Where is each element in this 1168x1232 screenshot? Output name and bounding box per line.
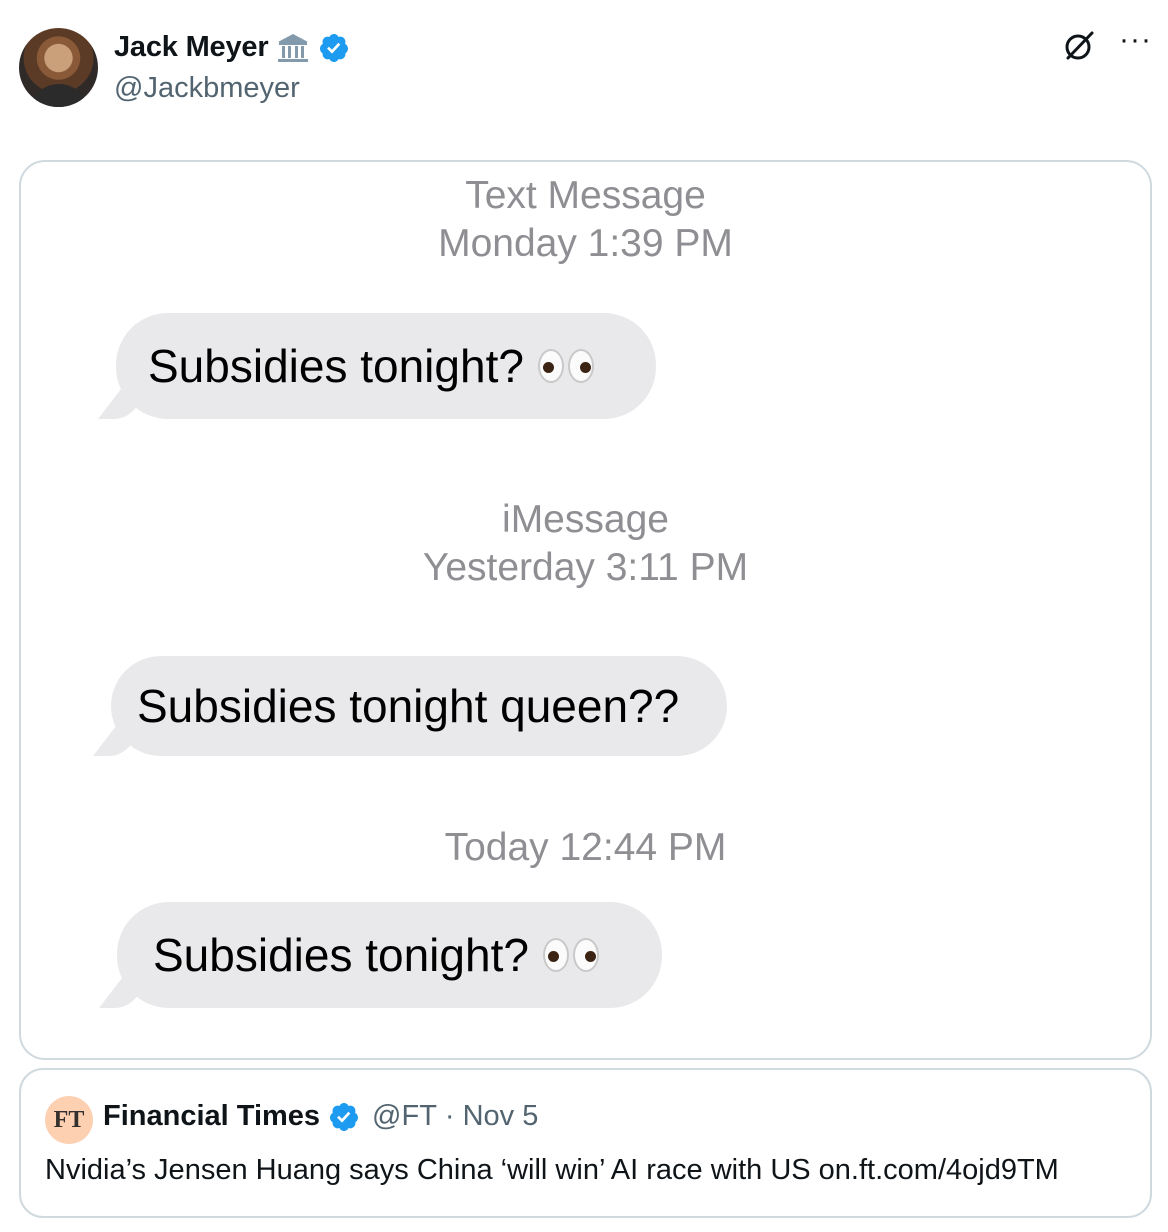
quoted-tweet-text: Nvidia’s Jensen Huang says China ‘will w… [45, 1154, 1059, 1186]
timestamp-time: Today 12:44 PM [444, 826, 727, 869]
classical-building-icon [278, 33, 309, 62]
eye-left [542, 938, 569, 972]
message-bubble: Subsidies tonight queen?? [93, 656, 727, 756]
eye-right [572, 938, 599, 972]
timestamp-service: iMessage [502, 498, 669, 541]
quoted-tweet[interactable]: FT Financial Times @FT · Nov 5 Nvidia’s … [19, 1068, 1152, 1218]
timestamp-time: Yesterday 3:11 PM [422, 546, 749, 589]
message-text: Subsidies tonight? [148, 340, 524, 392]
quoted-tweet-header: Financial Times @FT · Nov 5 [103, 1100, 538, 1133]
author-name[interactable]: Jack Meyer [114, 31, 269, 64]
author-name-row[interactable]: Jack Meyer [114, 31, 350, 64]
timestamp-time: Monday 1:39 PM [438, 222, 733, 265]
bubble-tail [93, 720, 139, 756]
grok-icon[interactable] [1061, 28, 1097, 64]
timestamp-group: Text Message Monday 1:39 PM [21, 172, 1150, 268]
eyes-emoji-icon [537, 349, 594, 383]
quoted-author-handle[interactable]: @FT [372, 1100, 437, 1133]
eye-right [567, 349, 594, 383]
eye-left [537, 349, 564, 383]
author-handle[interactable]: @Jackbmeyer [114, 72, 300, 105]
more-icon[interactable]: ··· [1119, 25, 1152, 55]
timestamp-group: Today 12:44 PM [21, 824, 1150, 872]
quoted-tweet-date[interactable]: Nov 5 [463, 1100, 539, 1133]
timestamp-service: Text Message [465, 174, 706, 217]
message-bubble: Subsidies tonight? [98, 313, 656, 419]
avatar-shirt [29, 84, 89, 107]
tweet-actions: ··· [1061, 25, 1152, 64]
quoted-author-name[interactable]: Financial Times [103, 1100, 320, 1133]
message-text: Subsidies tonight? [153, 929, 529, 981]
bubble-tail [99, 972, 145, 1008]
author-avatar[interactable] [19, 28, 98, 107]
bubble-tail [98, 383, 144, 419]
message-bubble: Subsidies tonight? [99, 902, 662, 1008]
verified-badge-icon [320, 33, 349, 62]
tweet-media-image[interactable]: Text Message Monday 1:39 PM Subsidies to… [19, 160, 1152, 1060]
timestamp-group: iMessage Yesterday 3:11 PM [21, 496, 1150, 592]
meta-separator: · [444, 1100, 455, 1132]
eyes-emoji-icon [542, 938, 599, 972]
message-text: Subsidies tonight queen?? [137, 680, 680, 732]
ft-avatar[interactable]: FT [45, 1096, 93, 1144]
verified-badge-icon [330, 1102, 359, 1131]
